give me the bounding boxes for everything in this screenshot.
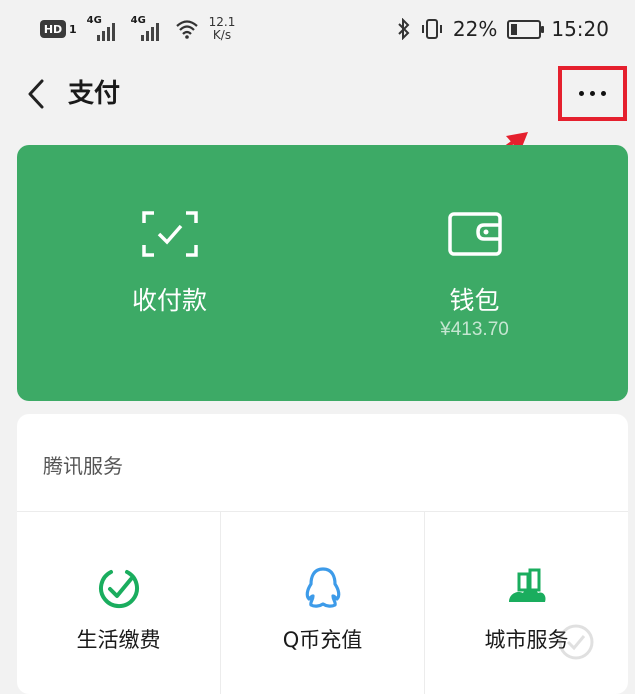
- qq-penguin-icon: [305, 567, 340, 608]
- wallet-label: 钱包: [449, 286, 500, 315]
- wallet-button[interactable]: 钱包 ¥413.70: [322, 145, 627, 401]
- signal-icon-2: 4G: [131, 15, 165, 41]
- status-left: HD 1 4G 4G 12.1 K/s: [40, 12, 235, 46]
- q-coin-recharge-label: Q币充值: [282, 628, 363, 652]
- vibrate-icon: [421, 19, 442, 39]
- city-services-icon: [508, 568, 546, 602]
- more-dots-icon: [579, 91, 584, 96]
- battery-percent: 22%: [452, 17, 498, 41]
- network-speed-value: 12.1: [208, 15, 236, 29]
- collect-pay-label: 收付款: [131, 286, 207, 315]
- pay-card: 收付款 钱包 ¥413.70: [17, 145, 628, 401]
- sim-number: 1: [69, 22, 77, 36]
- back-arrow-icon[interactable]: [22, 76, 52, 112]
- services-grid: 生活缴费 Q币充值 城市服务: [17, 512, 628, 694]
- wallet-icon: [447, 212, 502, 256]
- battery-icon: [507, 19, 545, 39]
- status-right: 22% 15:20: [397, 12, 609, 46]
- signal-icon: 4G: [87, 15, 121, 41]
- city-services-button[interactable]: 城市服务: [424, 512, 628, 694]
- life-payment-icon: [98, 570, 139, 609]
- page-title: 支付: [68, 79, 121, 109]
- wifi-icon: [175, 20, 198, 39]
- header: 支付: [0, 58, 635, 132]
- network-speed-unit: K/s: [212, 28, 232, 42]
- life-payment-button[interactable]: 生活缴费: [17, 512, 220, 694]
- more-options-button[interactable]: [558, 66, 627, 121]
- status-bar: HD 1 4G 4G 12.1 K/s 22% 15:20: [0, 0, 635, 58]
- collect-pay-button[interactable]: 收付款: [17, 145, 322, 401]
- tencent-services-title: 腾讯服务: [43, 454, 123, 478]
- watermark-icon: [558, 624, 594, 660]
- bluetooth-icon: [398, 18, 410, 40]
- hd-badge: HD: [40, 20, 66, 38]
- scan-collect-icon: [141, 211, 198, 257]
- life-payment-label: 生活缴费: [76, 628, 161, 652]
- network-speed: 12.1 K/s: [209, 16, 236, 42]
- tencent-services-panel: 腾讯服务 生活缴费 Q币充值 城市服务: [17, 414, 628, 694]
- city-services-label: 城市服务: [484, 628, 569, 652]
- status-time: 15:20: [551, 17, 609, 41]
- battery-level-fill: [511, 23, 518, 35]
- wallet-balance: ¥413.70: [440, 319, 509, 340]
- q-coin-recharge-button[interactable]: Q币充值: [220, 512, 424, 694]
